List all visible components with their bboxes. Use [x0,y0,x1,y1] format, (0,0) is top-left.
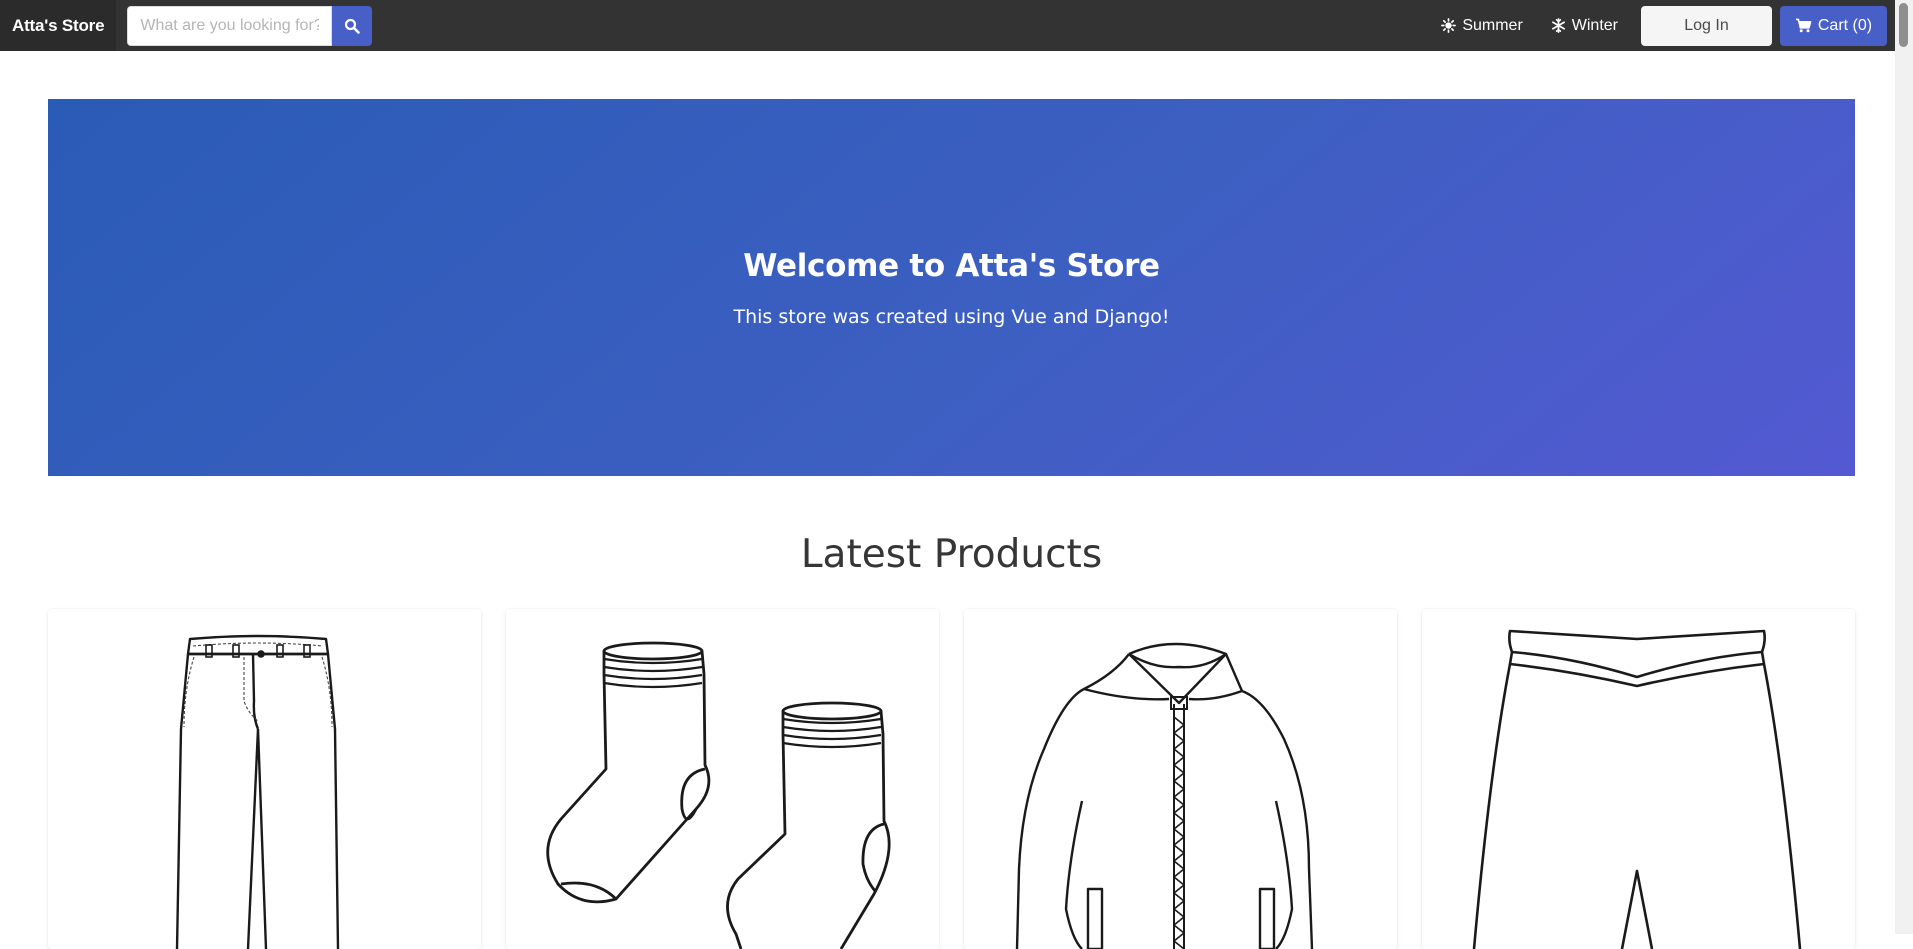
nav-item-winter[interactable]: Winter [1537,0,1632,51]
cart-button[interactable]: Cart (0) [1780,5,1887,46]
nav-item-summer-label: Summer [1462,16,1523,34]
pants-image [175,634,340,949]
latest-products-heading: Latest Products [800,532,1103,577]
product-card[interactable] [964,609,1397,949]
hero-title: Welcome to Atta's Store [743,247,1160,284]
cart-button-label: Cart (0) [1817,16,1873,34]
search-button[interactable] [332,5,373,46]
navbar-end: Summer Winter Log In Cart (0) [1427,0,1895,51]
scrollbar-thumb[interactable] [1899,3,1908,47]
shopping-cart-icon [1795,18,1812,33]
product-card[interactable] [1422,609,1855,949]
sun-icon [1441,18,1457,33]
hero-banner: Welcome to Atta's Store This store was c… [48,99,1855,476]
page-scrollbar[interactable] [1895,0,1913,934]
navbar: Atta's Store Summer [0,0,1895,51]
login-button[interactable]: Log In [1641,5,1772,46]
product-card[interactable] [48,609,481,949]
socks-image [546,641,891,949]
search-form [127,5,373,46]
snowflake-icon [1551,18,1565,33]
nav-item-summer[interactable]: Summer [1427,0,1536,51]
brand-link[interactable]: Atta's Store [0,0,117,51]
search-icon [345,18,361,34]
sweatpants-image [1472,629,1802,949]
search-input[interactable] [127,5,333,46]
hero-subtitle: This store was created using Vue and Dja… [733,305,1170,328]
hoodie-jacket-image [1015,642,1314,949]
nav-item-winter-label: Winter [1571,16,1618,34]
product-card[interactable] [506,609,939,949]
